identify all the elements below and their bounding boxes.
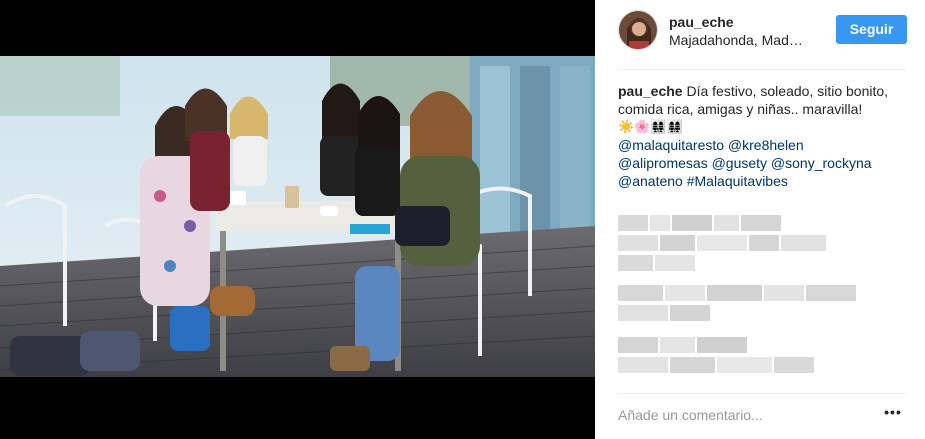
redacted-comment [618, 235, 828, 251]
comment-divider [618, 393, 906, 394]
redacted-comment [618, 285, 858, 301]
redacted-comment [618, 215, 783, 231]
more-options-icon[interactable]: ••• [884, 405, 902, 425]
redacted-comment [618, 337, 793, 353]
media-pane [0, 0, 595, 439]
caption-tags-line-2[interactable]: @alipromesas @gusety @sony_rockyna [618, 154, 908, 172]
instagram-post-view: pau_eche Majadahonda, Mad… Seguir pau_ec… [0, 0, 925, 439]
caption-tags-line-3[interactable]: @anateno #Malaquitavibes [618, 172, 908, 190]
post-header: pau_eche Majadahonda, Mad… Seguir [618, 10, 908, 54]
post-location[interactable]: Majadahonda, Mad… [669, 32, 803, 48]
post-photo[interactable] [0, 56, 595, 377]
header-divider [618, 69, 906, 70]
caption-emojis: ☀️🌸👩‍👩‍👧‍👧👩‍👩‍👧‍👧 [618, 119, 683, 134]
post-username[interactable]: pau_eche [669, 14, 734, 30]
comment-input[interactable] [618, 404, 868, 426]
post-caption: pau_eche Día festivo, soleado, sitio bon… [618, 82, 908, 190]
follow-button[interactable]: Seguir [836, 15, 907, 44]
redacted-comment [618, 305, 758, 321]
caption-username[interactable]: pau_eche [618, 83, 683, 99]
caption-tags-line-1[interactable]: @malaquitaresto @kre8helen [618, 136, 908, 154]
avatar[interactable] [618, 10, 658, 50]
redacted-comments [618, 215, 908, 375]
redacted-comment [618, 357, 818, 373]
post-side-panel: pau_eche Majadahonda, Mad… Seguir pau_ec… [595, 0, 925, 439]
redacted-comment [618, 255, 733, 271]
